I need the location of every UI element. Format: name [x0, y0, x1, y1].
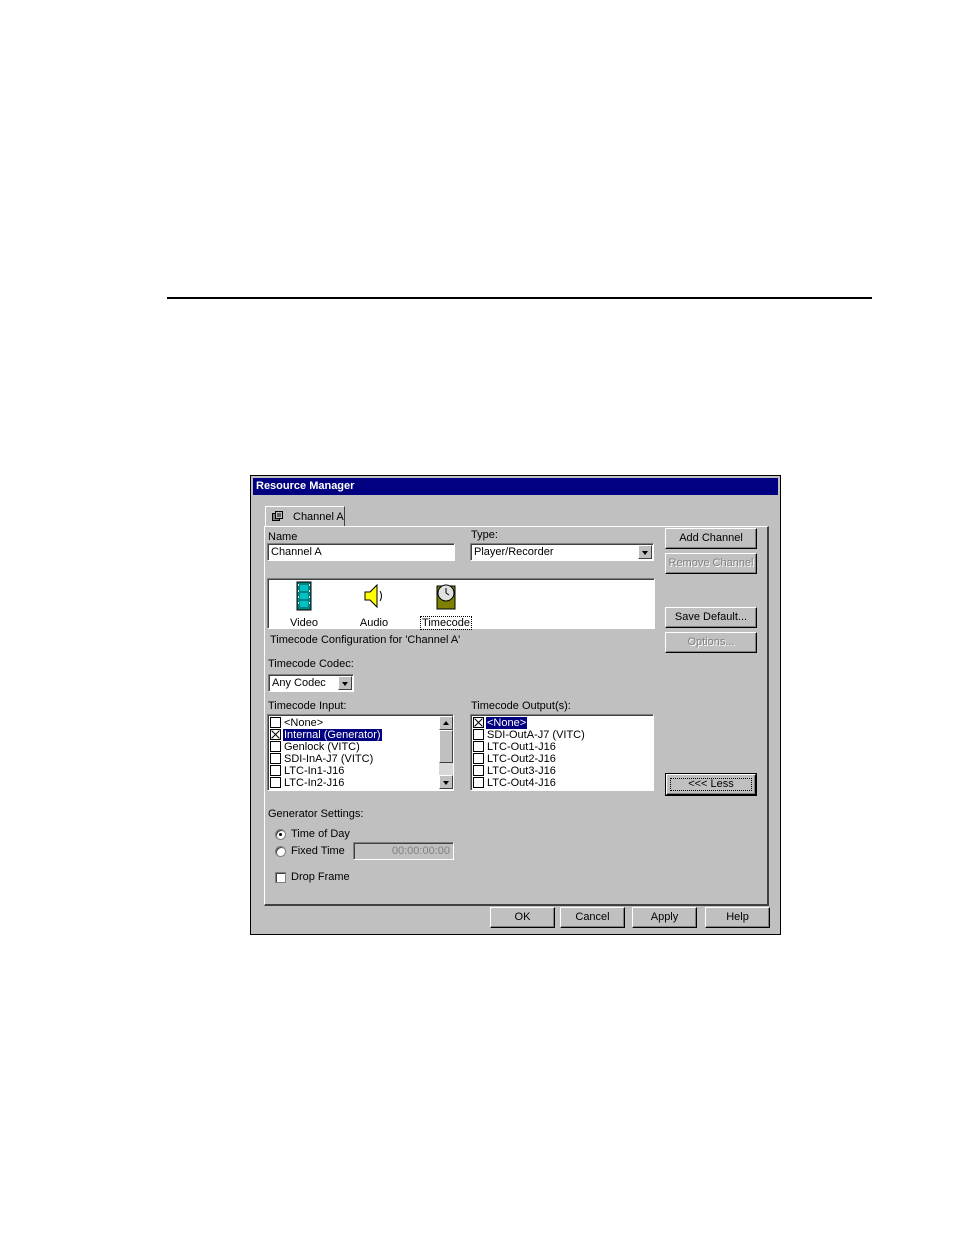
fixed-time-label: Fixed Time: [291, 845, 345, 857]
speaker-icon: [364, 583, 382, 609]
checkbox[interactable]: [473, 717, 484, 728]
less-button[interactable]: <<< Less: [665, 773, 757, 796]
add-channel-button[interactable]: Add Channel: [665, 528, 757, 549]
list-item-label: LTC-Out3-J16: [487, 765, 556, 777]
name-input[interactable]: Channel A: [267, 543, 455, 561]
list-item-label: LTC-Out4-J16: [487, 777, 556, 789]
checkbox[interactable]: [473, 729, 484, 740]
film-strip-icon: [296, 581, 312, 611]
checkbox[interactable]: [473, 777, 484, 788]
list-item-label: LTC-Out2-J16: [487, 753, 556, 765]
name-label: Name: [268, 531, 298, 543]
scroll-down-button[interactable]: [439, 775, 453, 789]
drop-frame-checkbox[interactable]: [275, 872, 286, 883]
scroll-thumb[interactable]: [439, 730, 453, 763]
list-item-label: Genlock (VITC): [284, 741, 360, 753]
list-item-label: <None>: [284, 717, 324, 729]
timecode-input-label: Timecode Input:: [268, 700, 347, 712]
fixed-time-value: 00:00:00:00: [391, 845, 450, 857]
checkbox[interactable]: [473, 741, 484, 752]
timecode-input-scrollbar[interactable]: [439, 716, 453, 789]
chevron-down-icon: [642, 551, 648, 555]
codec-label: Timecode Codec:: [268, 658, 354, 670]
focus-rect: [670, 778, 752, 791]
type-select-value: Player/Recorder: [474, 546, 554, 558]
codec-select-value: Any Codec: [272, 677, 326, 689]
resource-manager-dialog: Resource Manager Channel A Name Channel …: [250, 475, 781, 935]
time-of-day-label: Time of Day: [291, 828, 350, 840]
scroll-up-button[interactable]: [439, 716, 453, 730]
generator-settings-label: Generator Settings:: [268, 808, 364, 820]
checkbox[interactable]: [270, 717, 281, 728]
clock-icon: [436, 584, 456, 610]
list-item-label: LTC-In1-J16: [284, 765, 345, 777]
timecode-input-list[interactable]: <None> Internal (Generator) Genlock (VIT…: [267, 714, 454, 791]
options-button[interactable]: Options...: [665, 632, 757, 653]
type-dropdown-button[interactable]: [638, 545, 652, 559]
type-label: Type:: [471, 529, 498, 541]
timecode-output-label: Timecode Output(s):: [471, 700, 571, 712]
list-item-label: LTC-In2-J16: [284, 777, 345, 789]
tab-label: Channel A: [293, 511, 344, 523]
list-item-label: <None>: [486, 717, 528, 729]
resource-audio-label: Audio: [359, 617, 389, 629]
fixed-time-radio[interactable]: [275, 846, 286, 857]
checkbox[interactable]: [473, 753, 484, 764]
timecode-output-list[interactable]: <None> SDI-OutA-J7 (VITC) LTC-Out1-J16 L…: [470, 714, 654, 791]
chevron-down-icon: [443, 781, 449, 785]
config-caption: Timecode Configuration for 'Channel A': [270, 634, 461, 646]
fixed-time-input[interactable]: 00:00:00:00: [353, 842, 454, 860]
resource-video-label: Video: [290, 617, 318, 629]
codec-dropdown-button[interactable]: [338, 676, 352, 690]
list-item-label: Internal (Generator): [283, 729, 382, 741]
ok-button[interactable]: OK: [490, 907, 555, 928]
type-select[interactable]: Player/Recorder: [470, 543, 654, 561]
list-item-label: SDI-InA-J7 (VITC): [284, 753, 374, 765]
checkbox[interactable]: [270, 777, 281, 788]
resource-audio[interactable]: Audio: [352, 581, 396, 629]
help-button[interactable]: Help: [705, 907, 770, 928]
checkbox[interactable]: [270, 741, 281, 752]
window-title: Resource Manager: [253, 478, 778, 495]
resource-timecode[interactable]: Timecode: [420, 581, 472, 630]
name-input-value: Channel A: [271, 546, 322, 558]
tab-channel-a[interactable]: Channel A: [265, 506, 345, 527]
resource-timecode-label: Timecode: [420, 616, 472, 630]
remove-channel-button[interactable]: Remove Channel: [665, 553, 757, 574]
cancel-button[interactable]: Cancel: [560, 907, 625, 928]
checkbox[interactable]: [270, 729, 281, 740]
resource-video[interactable]: Video: [282, 581, 326, 629]
resource-timecode-text: Timecode: [420, 616, 472, 630]
chevron-up-icon: [443, 721, 449, 725]
drop-frame-label: Drop Frame: [291, 871, 350, 883]
resource-icon-list: Video Audio Timecode: [267, 578, 655, 630]
checkbox[interactable]: [270, 765, 281, 776]
save-default-button[interactable]: Save Default...: [665, 607, 757, 628]
codec-select[interactable]: Any Codec: [268, 674, 354, 692]
checkbox[interactable]: [270, 753, 281, 764]
list-item-label: LTC-Out1-J16: [487, 741, 556, 753]
apply-button[interactable]: Apply: [632, 907, 697, 928]
checkbox[interactable]: [473, 765, 484, 776]
list-item-label: SDI-OutA-J7 (VITC): [487, 729, 585, 741]
page-horizontal-rule: [167, 297, 872, 299]
time-of-day-radio[interactable]: [275, 829, 286, 840]
chevron-down-icon: [342, 682, 348, 686]
channel-icon: [272, 511, 283, 521]
